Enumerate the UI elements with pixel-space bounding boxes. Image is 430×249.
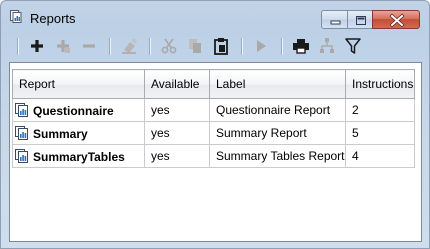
minus-icon <box>83 44 95 48</box>
toolbar-separator <box>281 38 283 55</box>
instructions-cell: 5 <box>345 121 415 145</box>
column-header-available[interactable]: Available <box>144 69 210 99</box>
report-name: SummaryTables <box>33 149 125 164</box>
table-header-row: Report Available Label Instructions <box>12 69 415 99</box>
add-button[interactable] <box>27 36 47 56</box>
paste-button[interactable] <box>211 36 231 56</box>
report-name: Questionnaire <box>33 103 114 118</box>
report-name-cell[interactable]: Summary <box>12 121 145 145</box>
title-bar[interactable]: Reports <box>1 1 429 31</box>
available-cell: yes <box>144 98 210 122</box>
toolbar-separator <box>241 38 243 55</box>
copy-button[interactable] <box>185 36 205 56</box>
toolbar-separator <box>149 38 151 55</box>
hierarchy-button[interactable] <box>317 36 337 56</box>
copy-icon <box>189 39 201 53</box>
available-cell: yes <box>144 144 210 168</box>
play-icon <box>257 40 266 52</box>
column-header-label[interactable]: Label <box>209 69 346 99</box>
instructions-cell: 4 <box>345 144 415 168</box>
window-title: Reports <box>30 11 76 26</box>
close-icon <box>389 13 405 28</box>
label-cell: Summary Tables Report <box>209 144 346 168</box>
funnel-icon <box>345 38 361 54</box>
reports-window: Reports Report Available Label Instructi… <box>0 0 430 249</box>
maximize-icon <box>356 16 366 25</box>
instructions-cell: 2 <box>345 98 415 122</box>
cut-button[interactable] <box>159 36 179 56</box>
plus-icon <box>31 40 43 52</box>
add-child-button[interactable] <box>53 36 73 56</box>
available-cell: yes <box>144 121 210 145</box>
run-button[interactable] <box>251 36 271 56</box>
remove-button[interactable] <box>79 36 99 56</box>
close-button[interactable] <box>372 10 420 29</box>
reports-table: Report Available Label Instructions Ques… <box>12 69 415 168</box>
report-icon <box>15 126 31 141</box>
column-header-report[interactable]: Report <box>12 69 145 99</box>
table-row[interactable]: Questionnaire yes Questionnaire Report 2 <box>12 98 415 122</box>
report-name-cell[interactable]: Questionnaire <box>12 98 145 122</box>
maximize-button[interactable] <box>347 10 373 29</box>
filter-button[interactable] <box>343 36 363 56</box>
eraser-icon <box>122 38 137 54</box>
scissors-icon <box>161 38 177 54</box>
clipboard-icon <box>214 38 228 55</box>
column-header-instructions[interactable]: Instructions <box>345 69 415 99</box>
table-row[interactable]: SummaryTables yes Summary Tables Report … <box>12 144 415 168</box>
edit-button[interactable] <box>119 36 139 56</box>
reports-list-panel: Report Available Label Instructions Ques… <box>9 62 422 242</box>
minimize-button[interactable] <box>321 10 348 29</box>
report-icon <box>15 149 31 164</box>
label-cell: Summary Report <box>209 121 346 145</box>
toolbar <box>9 31 422 61</box>
toolbar-separator <box>109 38 111 55</box>
minimize-icon <box>330 20 341 25</box>
print-button[interactable] <box>291 36 311 56</box>
label-cell: Questionnaire Report <box>209 98 346 122</box>
plus-green-icon <box>57 40 70 53</box>
table-row[interactable]: Summary yes Summary Report 5 <box>12 121 415 145</box>
printer-icon <box>293 39 309 54</box>
report-name: Summary <box>33 126 88 141</box>
tree-icon <box>320 38 334 53</box>
toolbar-separator <box>17 38 19 55</box>
report-name-cell[interactable]: SummaryTables <box>12 144 145 168</box>
report-app-icon <box>10 10 22 23</box>
report-icon <box>15 103 31 118</box>
